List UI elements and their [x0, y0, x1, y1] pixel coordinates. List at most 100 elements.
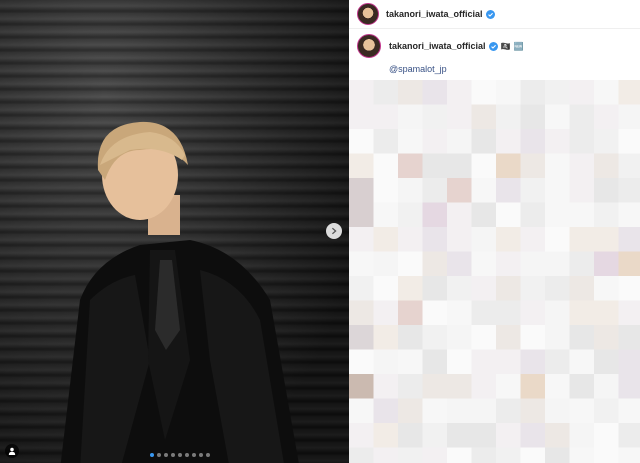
mosaic-block: [422, 104, 448, 130]
mosaic-block: [349, 104, 374, 130]
post-photo[interactable]: [0, 0, 349, 463]
mosaic-block: [594, 276, 619, 301]
chevron-right-icon: [331, 227, 337, 235]
mosaic-block: [569, 153, 595, 179]
mosaic-block: [349, 129, 374, 154]
mosaic-block: [545, 423, 570, 448]
mosaic-block: [569, 104, 595, 130]
caption-mention-link[interactable]: @spamalot_jp: [389, 64, 447, 74]
mosaic-block: [471, 80, 497, 105]
mosaic-block: [520, 227, 546, 252]
mosaic-block: [447, 227, 472, 252]
header-username[interactable]: takanori_iwata_official: [386, 9, 483, 19]
mosaic-block: [422, 325, 448, 350]
mosaic-block: [496, 276, 521, 301]
mosaic-block: [373, 447, 399, 463]
mosaic-block: [520, 80, 546, 105]
mosaic-block: [471, 374, 497, 399]
mosaic-block: [496, 129, 521, 154]
mosaic-block: [569, 374, 595, 399]
tagged-users-button[interactable]: [5, 444, 19, 458]
person-figure: [60, 121, 299, 463]
mosaic-block: [349, 423, 374, 448]
carousel-dot: [206, 453, 210, 457]
mosaic-block: [373, 423, 399, 448]
mosaic-block: [545, 251, 570, 277]
avatar[interactable]: [357, 3, 379, 25]
mosaic-block: [618, 153, 640, 179]
mosaic-block: [594, 227, 619, 252]
mosaic-block: [520, 300, 546, 326]
mosaic-block: [594, 104, 619, 130]
mosaic-block: [422, 227, 448, 252]
caption-username[interactable]: takanori_iwata_official: [389, 41, 486, 51]
mosaic-block: [373, 251, 399, 277]
mosaic-block: [496, 325, 521, 350]
mosaic-block: [496, 300, 521, 326]
mosaic-block: [398, 276, 423, 301]
mosaic-block: [569, 276, 595, 301]
mosaic-block: [447, 129, 472, 154]
mosaic-block: [398, 423, 423, 448]
mosaic-block: [447, 398, 472, 424]
mosaic-block: [398, 129, 423, 154]
mosaic-block: [349, 398, 374, 424]
mosaic-block: [618, 80, 640, 105]
carousel-dot: [178, 453, 182, 457]
mosaic-block: [496, 80, 521, 105]
mosaic-block: [618, 178, 640, 203]
mosaic-block: [349, 251, 374, 277]
mosaic-block: [373, 276, 399, 301]
mosaic-block: [618, 227, 640, 252]
mosaic-block: [422, 398, 448, 424]
mosaic-block: [373, 153, 399, 179]
mosaic-block: [373, 178, 399, 203]
mosaic-block: [422, 178, 448, 203]
mosaic-block: [594, 80, 619, 105]
caption-avatar[interactable]: [357, 34, 381, 58]
mosaic-block: [594, 398, 619, 424]
carousel-dot: [192, 453, 196, 457]
pirate-flag-emoji: 🏴‍☠️: [500, 41, 511, 51]
mosaic-block: [545, 80, 570, 105]
mosaic-block: [398, 153, 423, 179]
mosaic-block: [520, 251, 546, 277]
mosaic-block: [496, 423, 521, 448]
mosaic-block: [373, 104, 399, 130]
mosaic-block: [545, 178, 570, 203]
mosaic-block: [618, 447, 640, 463]
mosaic-block: [471, 276, 497, 301]
mosaic-block: [471, 447, 497, 463]
mosaic-block: [618, 398, 640, 424]
carousel-next-button[interactable]: [326, 223, 342, 239]
mosaic-block: [569, 349, 595, 375]
mosaic-block: [373, 325, 399, 350]
mosaic-block: [594, 129, 619, 154]
post-sidebar: takanori_iwata_official takanori_iwata_o…: [349, 0, 640, 463]
mosaic-block: [349, 374, 374, 399]
mosaic-block: [618, 300, 640, 326]
post-header: takanori_iwata_official: [349, 0, 640, 29]
mosaic-block: [618, 202, 640, 228]
mosaic-block: [496, 374, 521, 399]
mosaic-block: [447, 423, 472, 448]
mosaic-block: [594, 349, 619, 375]
mosaic-block: [569, 423, 595, 448]
mosaic-block: [496, 398, 521, 424]
mosaic-block: [520, 153, 546, 179]
mosaic-block: [569, 178, 595, 203]
mosaic-block: [398, 374, 423, 399]
mosaic-block: [422, 276, 448, 301]
mosaic-block: [569, 325, 595, 350]
mosaic-block: [447, 80, 472, 105]
mosaic-block: [594, 374, 619, 399]
pixelated-comments-area: [349, 80, 640, 463]
mosaic-block: [545, 129, 570, 154]
mosaic-block: [447, 251, 472, 277]
mosaic-block: [422, 251, 448, 277]
mosaic-block: [422, 153, 448, 179]
mosaic-block: [471, 227, 497, 252]
mosaic-block: [422, 300, 448, 326]
mosaic-block: [594, 423, 619, 448]
mosaic-block: [520, 129, 546, 154]
